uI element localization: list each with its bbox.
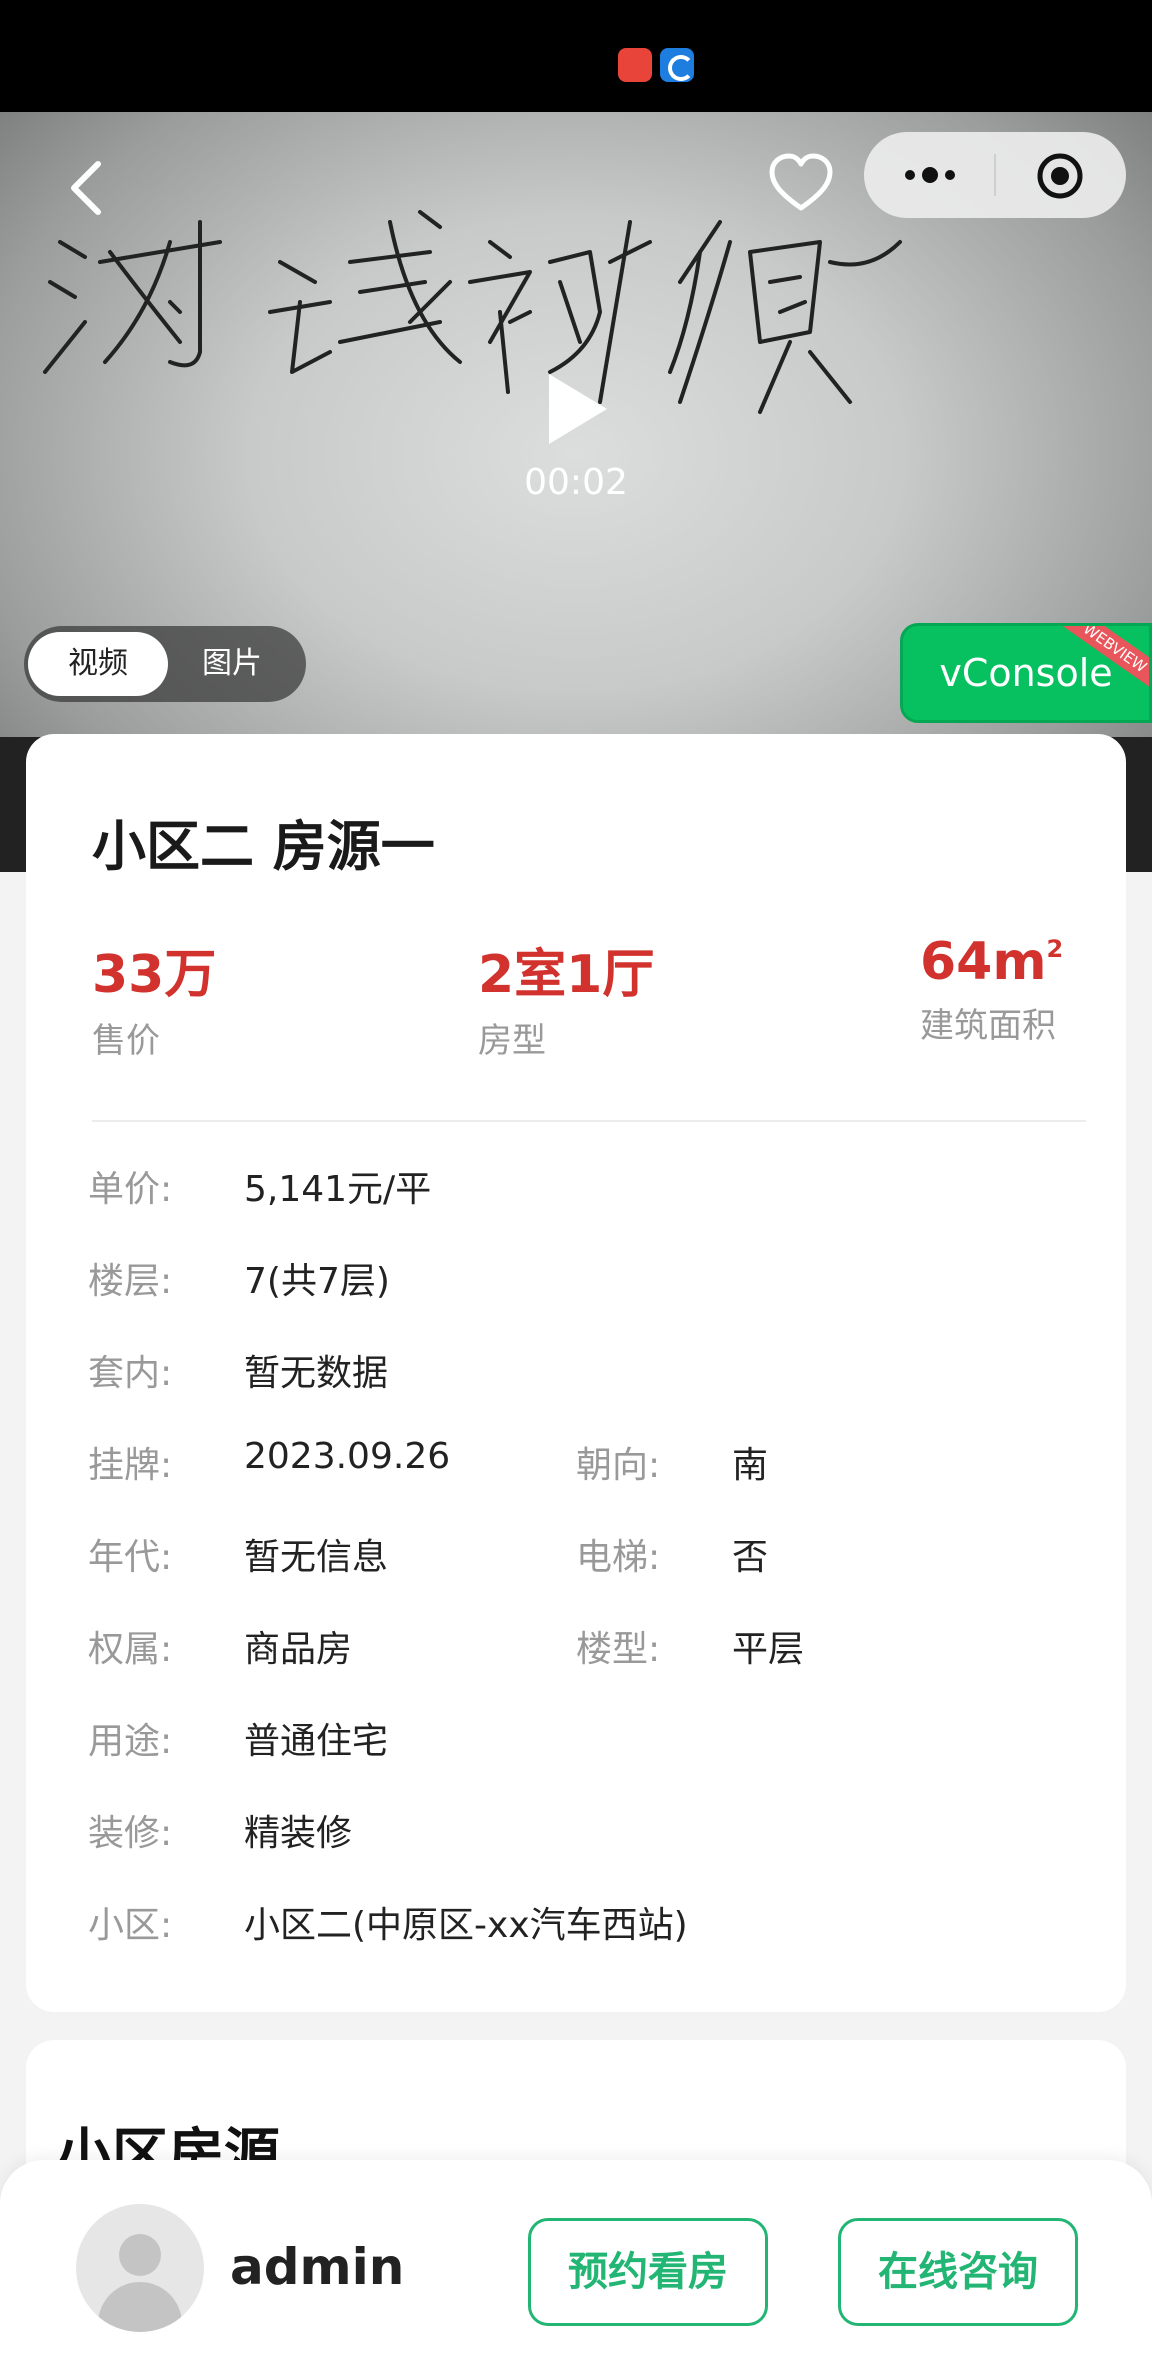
detail-key: 套内:: [88, 1353, 173, 1394]
detail-key: 用途:: [88, 1721, 173, 1762]
detail-key: 单价:: [88, 1169, 173, 1210]
listing-info-card: 小区二 房源一 33万 售价 2室1厅 房型 64m2 建筑面积 单价: 5,1…: [26, 734, 1126, 2012]
detail-value: 2023.09.26: [244, 1436, 451, 1477]
huawei-app-icon: [618, 48, 652, 82]
detail-value: 平层: [732, 1629, 805, 1670]
detail-value: 否: [732, 1537, 769, 1578]
stat-price-label: 售价: [92, 1021, 160, 1061]
media-toggle: 视频 图片: [24, 626, 306, 702]
listing-title: 小区二 房源一: [92, 815, 435, 878]
avatar-head: [119, 2234, 161, 2276]
detail-key: 朝向:: [576, 1445, 661, 1486]
stat-area: 64m2 建筑面积: [920, 932, 1063, 1047]
stat-layout-value: 2室1厅: [478, 945, 655, 1005]
more-menu-icon[interactable]: [900, 160, 960, 190]
stat-area-label: 建筑面积: [920, 1006, 1056, 1046]
detail-key: 楼层:: [88, 1261, 173, 1302]
detail-value: 商品房: [244, 1629, 353, 1670]
detail-value: 7(共7层): [244, 1261, 390, 1302]
vconsole-button[interactable]: vConsole WEBVIEW: [900, 623, 1152, 723]
stat-layout: 2室1厅 房型: [478, 932, 654, 1062]
stat-price: 33万 售价: [92, 932, 216, 1062]
detail-key: 小区:: [88, 1905, 173, 1946]
back-arrow-icon[interactable]: [62, 156, 110, 220]
bottom-action-bar: admin 预约看房 在线咨询: [0, 2160, 1152, 2376]
detail-value: 南: [732, 1445, 769, 1486]
video-time: 00:02: [524, 462, 628, 503]
capsule-divider: [994, 154, 996, 196]
detail-value: 暂无信息: [244, 1537, 389, 1578]
miniprogram-capsule: [864, 132, 1126, 218]
stat-layout-label: 房型: [478, 1021, 546, 1061]
detail-value: 精装修: [244, 1813, 353, 1854]
detail-key: 电梯:: [576, 1537, 661, 1578]
agent-username: admin: [230, 2238, 405, 2296]
stat-area-number: 64m: [920, 932, 1047, 992]
detail-value: 小区二(中原区-xx汽车西站): [244, 1905, 688, 1946]
avatar-body: [98, 2282, 182, 2332]
stat-area-value: 64m2: [920, 932, 1063, 992]
video-frame-handwriting: [43, 210, 902, 414]
stat-area-unit-sup: 2: [1046, 935, 1064, 963]
detail-value: 暂无数据: [244, 1353, 389, 1394]
detail-key: 挂牌:: [88, 1445, 173, 1486]
detail-key: 权属:: [88, 1629, 173, 1670]
tab-video[interactable]: 视频: [28, 632, 168, 696]
play-icon[interactable]: [545, 370, 611, 448]
detail-key: 年代:: [88, 1537, 173, 1578]
page: 00:02 视频 图片 vConsole WEBVIEW 小区二 房源一 33万…: [0, 0, 1152, 2376]
stat-price-value: 33万: [92, 945, 217, 1005]
detail-value: 普通住宅: [244, 1721, 389, 1762]
tab-images[interactable]: 图片: [162, 632, 302, 696]
favorite-heart-icon[interactable]: [768, 152, 834, 218]
app-notification-icon: [660, 48, 694, 82]
status-icons: [618, 48, 694, 82]
book-viewing-button[interactable]: 预约看房: [528, 2218, 768, 2326]
avatar[interactable]: [76, 2204, 204, 2332]
detail-value: 5,141元/平: [244, 1169, 432, 1210]
divider: [92, 1120, 1086, 1122]
close-miniprogram-icon[interactable]: [1036, 152, 1084, 200]
detail-key: 楼型:: [576, 1629, 661, 1670]
status-bar: [0, 0, 1152, 112]
online-consult-button[interactable]: 在线咨询: [838, 2218, 1078, 2326]
detail-key: 装修:: [88, 1813, 173, 1854]
